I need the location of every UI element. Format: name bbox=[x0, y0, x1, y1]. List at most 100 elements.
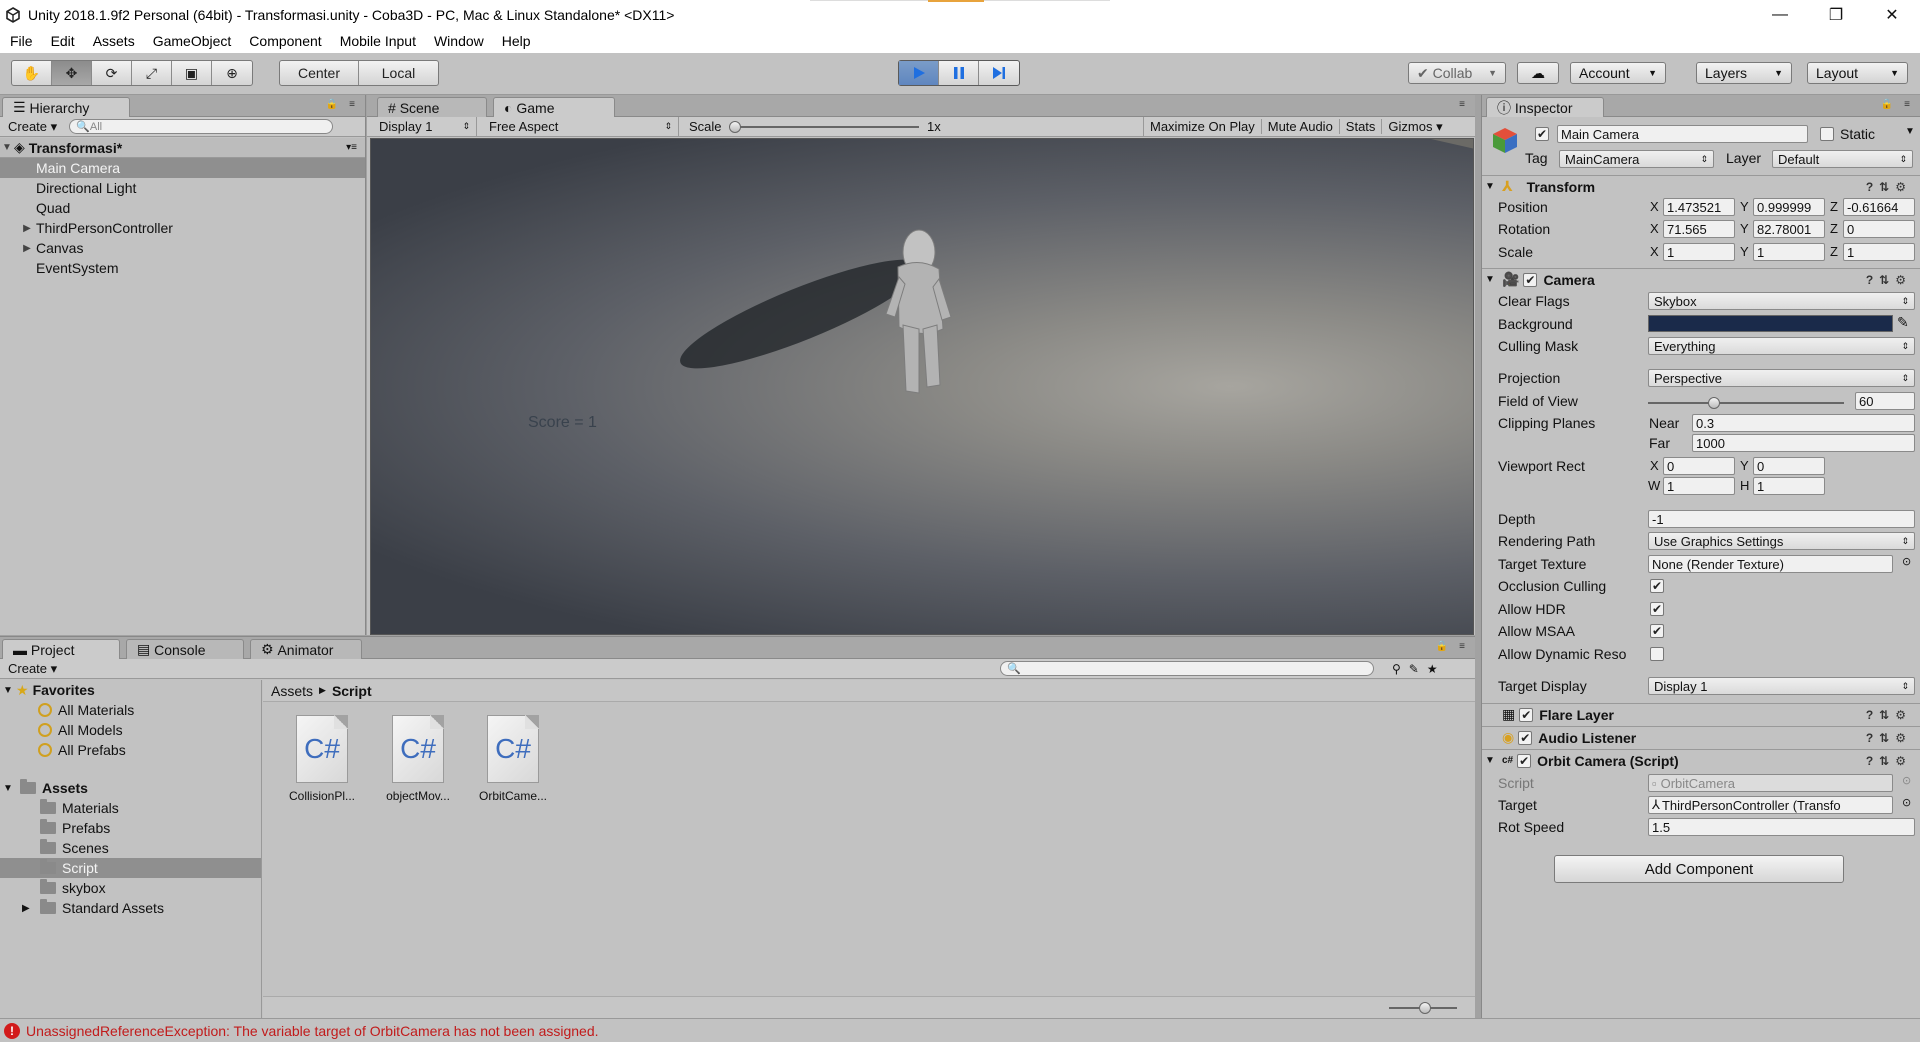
camera-component-header[interactable]: ▼ 🎥 ✔ Camera ?⇅⚙ bbox=[1482, 268, 1920, 290]
panel-menu-icon[interactable]: 🔒 ≡ bbox=[1881, 99, 1914, 110]
eyedropper-icon[interactable]: ✎ bbox=[1897, 314, 1909, 331]
layers-dropdown[interactable]: Layers ▼ bbox=[1696, 62, 1792, 84]
near-input[interactable]: 0.3 bbox=[1692, 414, 1915, 432]
menu-component[interactable]: Component bbox=[249, 33, 321, 49]
flare-layer-enabled-checkbox[interactable]: ✔ bbox=[1519, 707, 1534, 722]
static-checkbox[interactable] bbox=[1820, 127, 1834, 141]
allow-hdr-checkbox[interactable]: ✔ bbox=[1650, 602, 1664, 616]
hand-tool-icon[interactable]: ✋ bbox=[12, 61, 52, 85]
scale-slider-thumb[interactable] bbox=[729, 121, 741, 133]
game-viewport[interactable]: Score = 1 bbox=[370, 138, 1474, 635]
play-button[interactable] bbox=[899, 61, 939, 85]
fov-slider-thumb[interactable] bbox=[1708, 397, 1720, 409]
stats-toggle[interactable]: Stats bbox=[1340, 119, 1383, 134]
scale-y-input[interactable]: 1 bbox=[1753, 243, 1825, 261]
rendering-path-dropdown[interactable]: Use Graphics Settings ⇕ bbox=[1648, 532, 1915, 550]
layer-dropdown[interactable]: Default ⇕ bbox=[1772, 150, 1913, 168]
menu-file[interactable]: File bbox=[10, 33, 33, 49]
account-dropdown[interactable]: Account ▼ bbox=[1570, 62, 1666, 84]
hierarchy-item-canvas[interactable]: ▶ Canvas bbox=[0, 238, 365, 258]
folder-script[interactable]: Script bbox=[0, 858, 261, 878]
display-dropdown[interactable]: Display 1 ⇕ bbox=[371, 116, 477, 137]
hierarchy-item-eventsystem[interactable]: EventSystem bbox=[0, 258, 365, 278]
folder-materials[interactable]: Materials bbox=[0, 798, 261, 818]
scale-slider[interactable] bbox=[733, 126, 919, 128]
static-dropdown-icon[interactable]: ▼ bbox=[1905, 126, 1915, 137]
menu-gameobject[interactable]: GameObject bbox=[153, 33, 232, 49]
far-input[interactable]: 1000 bbox=[1692, 434, 1915, 452]
hierarchy-item-quad[interactable]: Quad bbox=[0, 198, 365, 218]
scale-z-input[interactable]: 1 bbox=[1843, 243, 1915, 261]
collab-dropdown[interactable]: ✔ Collab ▼ bbox=[1408, 62, 1506, 84]
favorites-header[interactable]: ▼ ★ Favorites bbox=[0, 680, 261, 700]
culling-mask-dropdown[interactable]: Everything ⇕ bbox=[1648, 337, 1915, 355]
favorite-all-prefabs[interactable]: All Prefabs bbox=[0, 740, 261, 760]
file-item[interactable]: C# objectMov... bbox=[373, 715, 463, 803]
target-display-dropdown[interactable]: Display 1 ⇕ bbox=[1648, 677, 1915, 695]
tab-inspector[interactable]: ⓘ Inspector bbox=[1486, 97, 1604, 117]
transform-tool-icon[interactable]: ⊕ bbox=[212, 61, 252, 85]
allow-dynamic-resolution-checkbox[interactable] bbox=[1650, 647, 1664, 661]
object-picker-icon[interactable]: ⊙ bbox=[1902, 555, 1911, 568]
tab-hierarchy[interactable]: ☰ Hierarchy bbox=[2, 97, 130, 117]
folder-scenes[interactable]: Scenes bbox=[0, 838, 261, 858]
menu-window[interactable]: Window bbox=[434, 33, 484, 49]
depth-input[interactable]: -1 bbox=[1648, 510, 1915, 528]
folder-standard-assets[interactable]: ▶ Standard Assets bbox=[0, 898, 261, 918]
orbit-camera-enabled-checkbox[interactable]: ✔ bbox=[1517, 753, 1532, 768]
gizmos-dropdown[interactable]: Gizmos ▾ bbox=[1382, 119, 1448, 135]
pivot-local-button[interactable]: Local bbox=[359, 61, 438, 85]
expand-arrow-icon[interactable]: ▶ bbox=[22, 903, 40, 914]
file-item[interactable]: C# OrbitCame... bbox=[468, 715, 558, 803]
fov-input[interactable]: 60 bbox=[1855, 392, 1915, 410]
maximize-on-play-toggle[interactable]: Maximize On Play bbox=[1144, 119, 1262, 134]
console-error-message[interactable]: UnassignedReferenceException: The variab… bbox=[26, 1023, 599, 1039]
assets-header[interactable]: ▼ Assets bbox=[0, 778, 261, 798]
hierarchy-item-main-camera[interactable]: Main Camera bbox=[0, 158, 365, 178]
rotation-x-input[interactable]: 71.565 bbox=[1663, 220, 1735, 238]
component-menu-icons[interactable]: ?⇅⚙ bbox=[1866, 708, 1912, 722]
create-dropdown[interactable]: Create ▾ bbox=[0, 119, 65, 135]
position-x-input[interactable]: 1.473521 bbox=[1663, 198, 1735, 216]
folder-skybox[interactable]: skybox bbox=[0, 878, 261, 898]
background-color-swatch[interactable] bbox=[1648, 315, 1893, 332]
favorite-all-models[interactable]: All Models bbox=[0, 720, 261, 740]
viewport-y-input[interactable]: 0 bbox=[1753, 457, 1825, 475]
panel-menu-icon[interactable]: 🔒 ≡ bbox=[1436, 641, 1469, 652]
menu-edit[interactable]: Edit bbox=[51, 33, 75, 49]
tab-console[interactable]: ▤ Console bbox=[126, 639, 244, 659]
object-picker-icon[interactable]: ⊙ bbox=[1902, 796, 1911, 809]
rotation-y-input[interactable]: 82.78001 bbox=[1753, 220, 1825, 238]
clear-flags-dropdown[interactable]: Skybox ⇕ bbox=[1648, 292, 1915, 310]
transform-component-header[interactable]: ▼ ⅄ Transform ?⇅⚙ bbox=[1482, 175, 1920, 197]
scale-tool-icon[interactable]: ⤢ bbox=[132, 61, 172, 85]
panel-menu-icon[interactable]: ≡ bbox=[1459, 99, 1469, 110]
expand-arrow-icon[interactable]: ▶ bbox=[20, 243, 34, 254]
scale-x-input[interactable]: 1 bbox=[1663, 243, 1735, 261]
expand-arrow-icon[interactable]: ▼ bbox=[0, 142, 14, 153]
tag-dropdown[interactable]: MainCamera ⇕ bbox=[1559, 150, 1714, 168]
tab-animator[interactable]: ⚙ Animator bbox=[250, 639, 362, 659]
expand-arrow-icon[interactable]: ▶ bbox=[20, 223, 34, 234]
viewport-x-input[interactable]: 0 bbox=[1663, 457, 1735, 475]
menu-help[interactable]: Help bbox=[502, 33, 531, 49]
target-texture-field[interactable]: None (Render Texture) bbox=[1648, 555, 1893, 573]
panel-menu-icon[interactable]: 🔒 ≡ bbox=[326, 99, 359, 110]
add-component-button[interactable]: Add Component bbox=[1554, 855, 1844, 883]
menu-mobile-input[interactable]: Mobile Input bbox=[340, 33, 416, 49]
expand-arrow-icon[interactable]: ▼ bbox=[0, 783, 16, 794]
rotation-z-input[interactable]: 0 bbox=[1843, 220, 1915, 238]
aspect-dropdown[interactable]: Free Aspect ⇕ bbox=[481, 116, 679, 137]
scene-menu-icon[interactable]: ▾≡ bbox=[346, 142, 357, 153]
expand-arrow-icon[interactable]: ▼ bbox=[0, 685, 16, 696]
menu-assets[interactable]: Assets bbox=[93, 33, 135, 49]
component-menu-icons[interactable]: ?⇅⚙ bbox=[1866, 754, 1912, 768]
fov-slider[interactable] bbox=[1648, 402, 1844, 404]
breadcrumb-assets[interactable]: Assets bbox=[271, 683, 313, 699]
position-z-input[interactable]: -0.61664 bbox=[1843, 198, 1915, 216]
rect-tool-icon[interactable]: ▣ bbox=[172, 61, 212, 85]
hierarchy-item-directional-light[interactable]: Directional Light bbox=[0, 178, 365, 198]
pivot-center-button[interactable]: Center bbox=[280, 61, 359, 85]
cloud-button[interactable]: ☁ bbox=[1517, 62, 1559, 84]
filter-icons[interactable]: ⚲✎★ bbox=[1392, 662, 1446, 676]
